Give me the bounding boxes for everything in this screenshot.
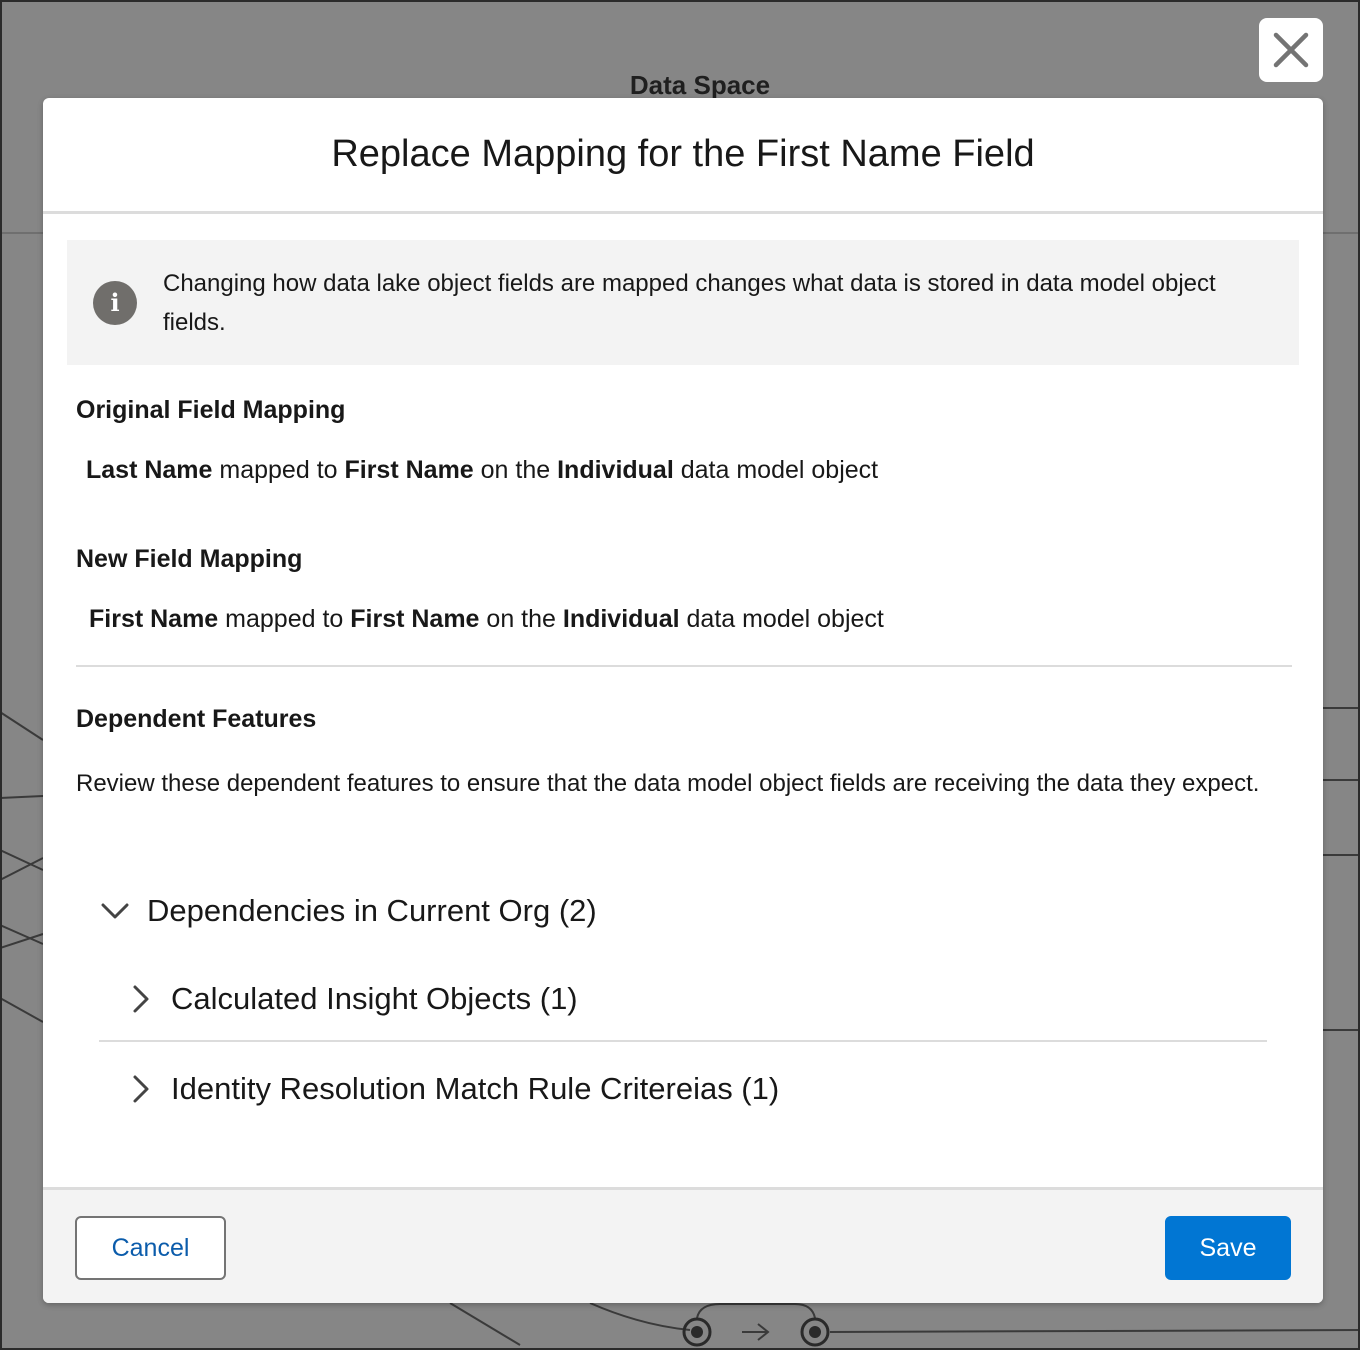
cancel-button[interactable]: Cancel (75, 1216, 226, 1280)
new-object: Individual (562, 605, 680, 633)
accordion-divider (99, 1040, 1267, 1042)
original-target-field: First Name (344, 456, 474, 484)
accordion-identity-resolution-match-rules[interactable]: Identity Resolution Match Rule Critereia… (126, 1071, 779, 1107)
info-icon: i (93, 280, 137, 325)
modal-header: Replace Mapping for the First Name Field (43, 98, 1323, 214)
section-divider (76, 665, 1292, 667)
close-modal-button[interactable] (1259, 18, 1323, 82)
dependent-features-description: Review these dependent features to ensur… (76, 770, 1260, 797)
mapping-suffix: data model object (679, 605, 884, 633)
new-mapping-heading: New Field Mapping (76, 545, 303, 573)
mapping-connector: mapped to (212, 456, 345, 484)
original-source-field: Last Name (86, 456, 213, 484)
info-notice: i Changing how data lake object fields a… (67, 240, 1299, 365)
accordion-label: Dependencies in Current Org (2) (147, 893, 597, 928)
background-page-title: Data Space (629, 70, 771, 100)
accordion-label: Identity Resolution Match Rule Critereia… (171, 1071, 780, 1106)
modal-title: Replace Mapping for the First Name Field (331, 133, 1035, 175)
accordion-dependencies-current-org[interactable]: Dependencies in Current Org (2) (100, 893, 597, 929)
dependent-features-heading: Dependent Features (76, 705, 317, 733)
mapping-suffix: data model object (673, 456, 879, 484)
new-mapping-text: First Name mapped to First Name on the I… (89, 605, 884, 634)
original-object: Individual (557, 456, 674, 484)
mapping-connector: mapped to (218, 605, 351, 633)
new-target-field: First Name (350, 605, 480, 633)
accordion-calculated-insight-objects[interactable]: Calculated Insight Objects (1) (126, 981, 578, 1017)
mapping-connector: on the (473, 456, 558, 484)
chevron-right-icon (126, 984, 156, 1014)
original-mapping-text: Last Name mapped to First Name on the In… (86, 456, 878, 485)
save-button[interactable]: Save (1165, 1216, 1291, 1280)
mapping-connector: on the (479, 605, 563, 633)
close-icon (1273, 32, 1309, 68)
chevron-right-icon (126, 1074, 156, 1104)
modal-footer: Cancel Save (43, 1187, 1323, 1303)
replace-mapping-modal: Replace Mapping for the First Name Field… (43, 98, 1323, 1303)
accordion-label: Calculated Insight Objects (1) (171, 981, 578, 1016)
original-mapping-heading: Original Field Mapping (76, 396, 346, 424)
chevron-down-icon (100, 896, 130, 926)
notice-text: Changing how data lake object fields are… (163, 269, 1216, 336)
new-source-field: First Name (89, 605, 219, 633)
